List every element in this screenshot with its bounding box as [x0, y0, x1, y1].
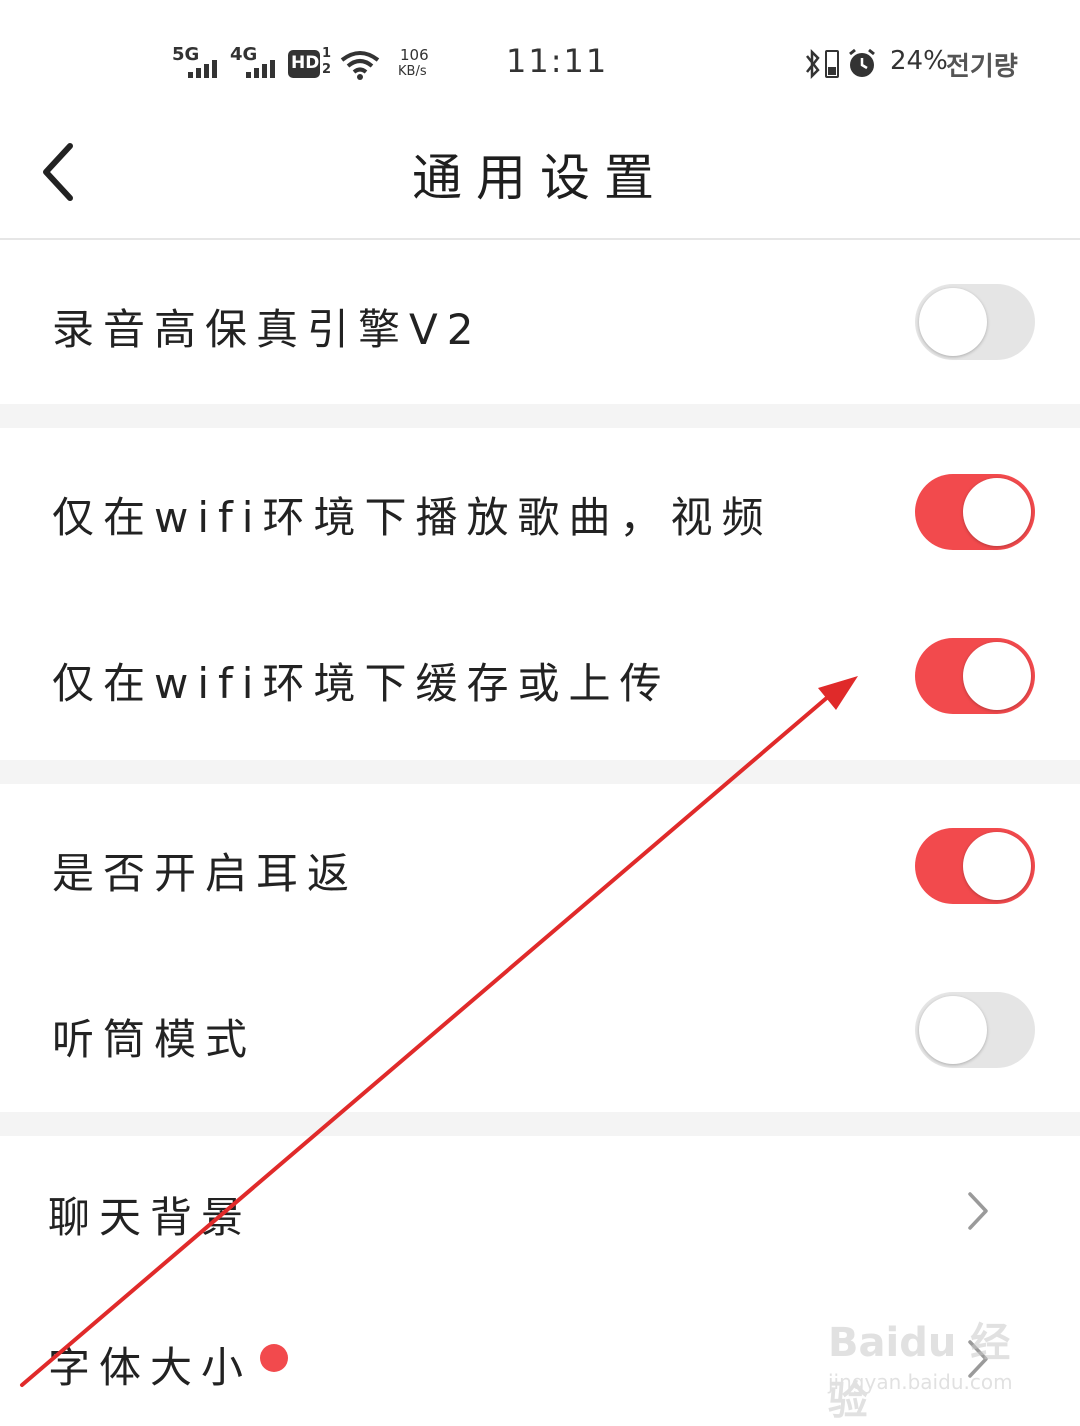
- setting-label: 仅在wifi环境下播放歌曲，视频: [52, 493, 773, 542]
- signal-bars-icon: [188, 60, 217, 78]
- baidu-watermark: Baidu 经验 jingyan.baidu.com: [828, 1310, 1028, 1424]
- watermark-sub: jingyan.baidu.com: [828, 1370, 1013, 1394]
- setting-row-wifi-cache: 仅在wifi环境下缓存或上传: [0, 594, 1080, 760]
- setting-row-wifi-play: 仅在wifi环境下播放歌曲，视频: [0, 428, 1080, 594]
- setting-row-hifi-engine: 录音高保真引擎V2: [0, 240, 1080, 404]
- setting-label: 聊天背景: [48, 1193, 253, 1242]
- wifi-cache-toggle[interactable]: [915, 638, 1035, 714]
- toggle-knob: [963, 642, 1031, 710]
- wifi-play-toggle[interactable]: [915, 474, 1035, 550]
- setting-row-ear-monitor: 是否开启耳返: [0, 784, 1080, 948]
- toggle-knob: [919, 288, 987, 356]
- header: 通用设置: [0, 110, 1080, 240]
- alarm-icon: [849, 48, 875, 77]
- hd-sub: 2: [322, 62, 332, 77]
- setting-row-earpiece-mode: 听筒模式: [0, 948, 1080, 1112]
- carrier-label: 전기량: [946, 52, 1018, 82]
- battery-percent: 24%: [890, 46, 948, 76]
- new-badge-dot: [260, 1344, 288, 1372]
- page-title: 通用设置: [412, 149, 668, 207]
- wifi-icon: [340, 51, 380, 80]
- setting-label: 仅在wifi环境下缓存或上传: [52, 659, 671, 708]
- chevron-right-icon: [968, 1192, 988, 1230]
- clock: 11:11: [506, 42, 609, 80]
- ear-monitor-toggle[interactable]: [915, 828, 1035, 904]
- section-divider: [0, 1112, 1080, 1136]
- network-speed-unit: KB/s: [398, 64, 427, 79]
- hd-label: HD: [291, 53, 320, 73]
- bluetooth-icon: [806, 48, 820, 80]
- battery-level: [828, 67, 836, 75]
- setting-row-chat-background[interactable]: 聊天背景: [0, 1136, 1080, 1284]
- toggle-knob: [963, 478, 1031, 546]
- toggle-knob: [963, 832, 1031, 900]
- setting-label: 字体大小: [48, 1343, 253, 1392]
- signal-bars-icon: [246, 60, 275, 78]
- status-bar: 5G 4G HD 1 2 106 KB/s 11:11 24% 전기량: [0, 0, 1080, 110]
- hd-sup: 1: [322, 46, 332, 61]
- setting-label: 是否开启耳返: [52, 849, 359, 898]
- setting-label: 录音高保真引擎V2: [52, 305, 483, 354]
- hifi-engine-toggle[interactable]: [915, 284, 1035, 360]
- hd-badge: HD: [288, 50, 320, 78]
- earpiece-mode-toggle[interactable]: [915, 992, 1035, 1068]
- setting-label: 听筒模式: [52, 1015, 257, 1064]
- watermark-main: Baidu 经验: [828, 1320, 1011, 1424]
- network-speed-value: 106: [400, 46, 429, 64]
- section-divider: [0, 404, 1080, 428]
- toggle-knob: [919, 996, 987, 1064]
- battery-icon: [825, 50, 839, 78]
- section-divider: [0, 760, 1080, 784]
